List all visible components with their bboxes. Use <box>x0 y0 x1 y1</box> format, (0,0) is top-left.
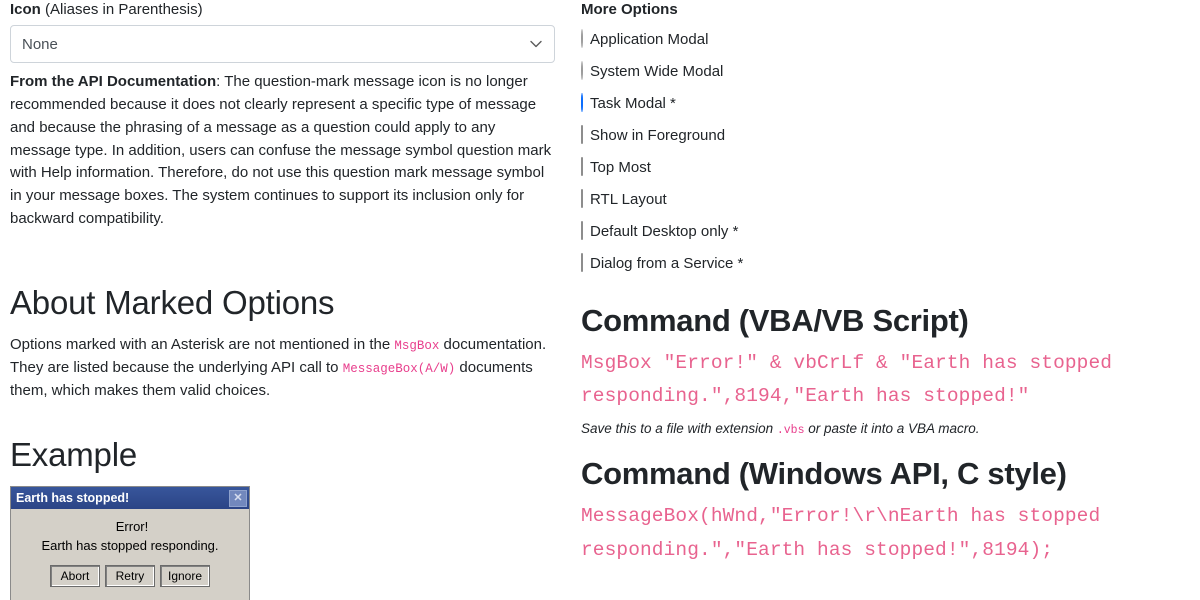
command-api-code[interactable]: MessageBox(hWnd,"Error!\r\nEarth has sto… <box>581 500 1141 567</box>
close-icon[interactable]: ✕ <box>229 489 247 507</box>
caption-part1: Save this to a file with extension <box>581 421 777 437</box>
about-text-part1: Options marked with an Asterisk are not … <box>10 336 395 354</box>
left-column: Icon (Aliases in Parenthesis) None From … <box>10 0 555 600</box>
api-note-separator: : <box>216 73 225 91</box>
right-spacer-1 <box>581 280 1141 302</box>
option-label: Task Modal * <box>590 94 676 112</box>
radio-icon[interactable] <box>581 60 583 83</box>
option-label: Application Modal <box>590 30 709 48</box>
option-top-most[interactable]: Top Most <box>581 152 1141 184</box>
about-marked-options-heading: About Marked Options <box>10 283 335 321</box>
dialog-button-row: Abort Retry Ignore <box>21 556 239 595</box>
icon-field-label-rest: (Aliases in Parenthesis) <box>40 1 203 18</box>
command-vba-caption: Save this to a file with extension .vbs … <box>581 420 1141 439</box>
example-messagebox-dialog: Earth has stopped! ✕ Error! Earth has st… <box>10 486 250 600</box>
dialog-message-line-2: Earth has stopped responding. <box>41 538 219 554</box>
caption-part2: or paste it into a VBA macro. <box>804 421 980 437</box>
option-rtl-layout[interactable]: RTL Layout <box>581 184 1141 216</box>
radio-selected-icon[interactable] <box>581 92 583 115</box>
page-root: Icon (Aliases in Parenthesis) None From … <box>0 0 1200 600</box>
right-column: More Options Application Modal System Wi… <box>581 0 1141 574</box>
command-vba-code[interactable]: MsgBox "Error!" & vbCrLf & "Earth has st… <box>581 347 1141 414</box>
dialog-retry-button[interactable]: Retry <box>104 565 155 588</box>
option-label: Dialog from a Service * <box>590 254 744 272</box>
about-marked-options-text: Options marked with an Asterisk are not … <box>10 334 555 402</box>
option-label: Show in Foreground <box>590 126 726 144</box>
dialog-abort-button[interactable]: Abort <box>49 565 100 588</box>
option-application-modal[interactable]: Application Modal <box>581 24 1141 56</box>
api-note-lead: From the API Documentation <box>10 73 217 91</box>
inline-code-msgbox: MsgBox <box>394 339 440 354</box>
icon-field-label: Icon (Aliases in Parenthesis) <box>10 0 555 20</box>
icon-select-wrapper: None <box>10 25 555 64</box>
command-api-heading: Command (Windows API, C style) <box>581 456 1067 492</box>
option-default-desktop-only[interactable]: Default Desktop only * <box>581 216 1141 248</box>
option-dialog-from-a-service[interactable]: Dialog from a Service * <box>581 248 1141 280</box>
option-label: RTL Layout <box>590 190 667 208</box>
api-note-text: The question-mark message icon is no lon… <box>10 73 552 228</box>
dialog-message-line-1: Error! <box>115 519 149 535</box>
checkbox-icon[interactable] <box>581 252 583 275</box>
option-system-wide-modal[interactable]: System Wide Modal <box>581 56 1141 88</box>
option-show-in-foreground[interactable]: Show in Foreground <box>581 120 1141 152</box>
more-options-title: More Options <box>581 1 678 18</box>
dialog-titlebar: Earth has stopped! ✕ <box>11 487 249 510</box>
checkbox-icon[interactable] <box>581 156 583 179</box>
left-spacer-1 <box>10 241 555 283</box>
api-documentation-note: From the API Documentation: The question… <box>10 71 555 231</box>
checkbox-icon[interactable] <box>581 124 583 147</box>
icon-select[interactable]: None <box>10 25 555 64</box>
option-label: Default Desktop only * <box>590 222 739 240</box>
radio-icon[interactable] <box>581 28 583 51</box>
option-label: Top Most <box>590 158 651 176</box>
inline-code-vbs: .vbs <box>776 424 805 438</box>
dialog-body: Error! Earth has stopped responding. Abo… <box>11 509 249 600</box>
checkbox-icon[interactable] <box>581 188 583 211</box>
example-heading: Example <box>10 435 137 473</box>
option-task-modal[interactable]: Task Modal * <box>581 88 1141 120</box>
left-spacer-2 <box>10 413 555 435</box>
dialog-ignore-button[interactable]: Ignore <box>159 565 211 588</box>
dialog-title: Earth has stopped! <box>16 491 130 506</box>
checkbox-icon[interactable] <box>581 220 583 243</box>
icon-field-label-strong: Icon <box>10 1 41 18</box>
option-label: System Wide Modal <box>590 62 724 80</box>
inline-code-messagebox: MessageBox(A/W) <box>342 362 456 377</box>
command-vba-heading: Command (VBA/VB Script) <box>581 302 969 338</box>
